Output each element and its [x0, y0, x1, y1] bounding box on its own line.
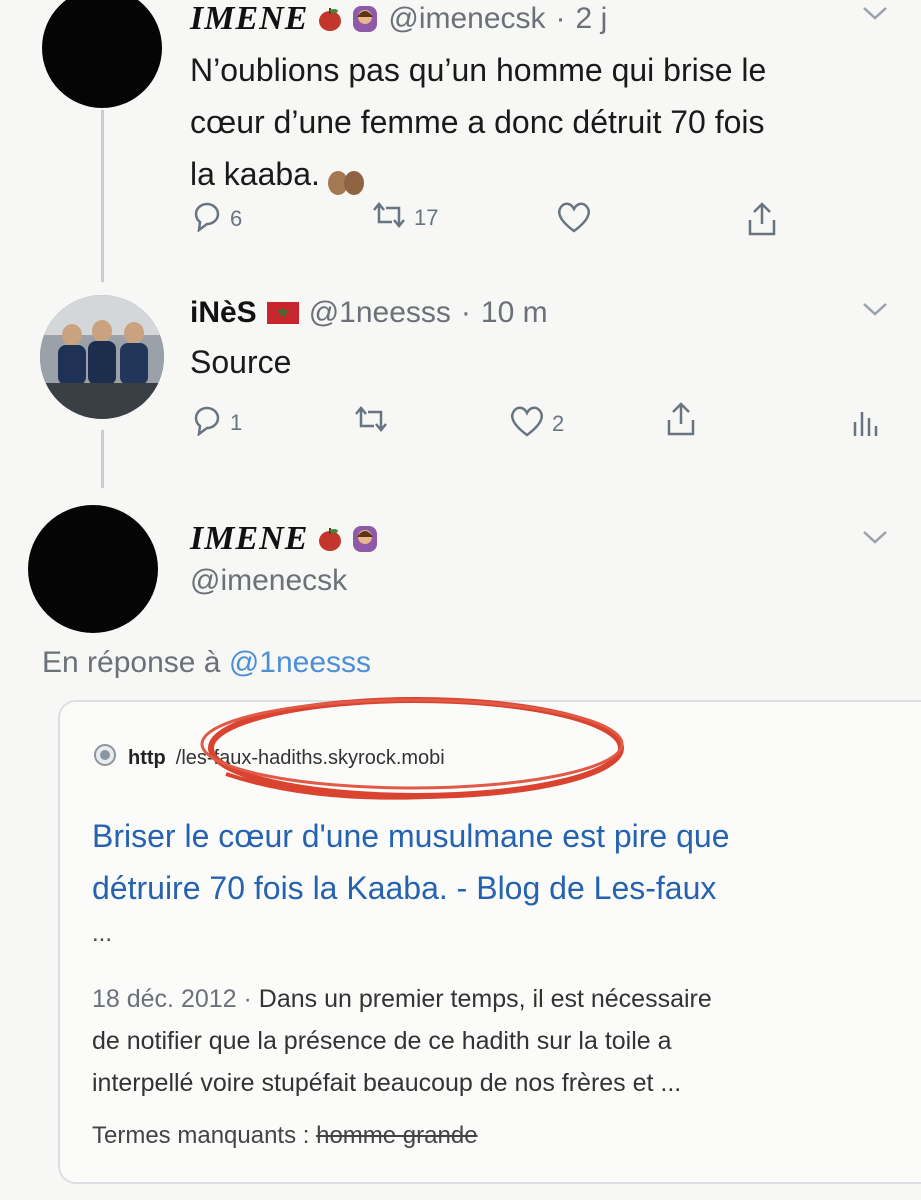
result-date: 18 déc. 2012 — [92, 985, 237, 1013]
result-title[interactable]: Briser le cœur d'une musulmane est pire … — [92, 810, 892, 954]
heart-icon — [555, 200, 593, 240]
retweet-action[interactable] — [352, 404, 390, 440]
handle[interactable]: @imenecsk — [190, 564, 347, 598]
praying-hands-emoji-icon — [326, 160, 366, 195]
timestamp[interactable]: 2 j — [576, 2, 608, 36]
chevron-down-icon[interactable] — [860, 528, 890, 553]
apple-emoji-icon — [318, 526, 342, 552]
reply-context: En réponse à @1neesss — [42, 646, 372, 679]
avatar[interactable] — [28, 505, 158, 633]
share-icon — [664, 400, 698, 444]
result-snippet: 18 déc. 2012 · Dans un premier temps, il… — [92, 985, 712, 1097]
like-action[interactable] — [555, 200, 593, 240]
missing-terms-values: homme grande — [316, 1122, 478, 1149]
retweet-action[interactable]: 17 — [370, 200, 438, 236]
timestamp[interactable]: 10 m — [481, 296, 548, 330]
display-name[interactable]: IMENE — [190, 0, 308, 38]
reply-count: 6 — [230, 206, 243, 231]
share-icon — [745, 200, 779, 244]
retweet-icon — [352, 404, 390, 440]
analytics-action[interactable] — [850, 404, 880, 444]
heart-icon — [508, 404, 546, 444]
reply-action[interactable]: 1 — [190, 404, 242, 442]
display-name[interactable]: iNèS — [190, 296, 257, 330]
apple-emoji-icon — [318, 6, 342, 32]
red-circle-annotation — [196, 684, 636, 808]
tweet-text: Source — [190, 344, 292, 380]
analytics-icon — [850, 404, 880, 444]
chevron-down-icon[interactable] — [860, 300, 890, 325]
tweet-text: N’oublions pas qu’un homme qui brise le … — [190, 44, 890, 200]
display-name[interactable]: IMENE — [190, 520, 308, 558]
thread-line — [101, 110, 104, 282]
share-action[interactable] — [664, 400, 698, 444]
woman-emoji-icon — [352, 5, 378, 33]
retweet-count: 17 — [414, 205, 439, 230]
separator-dot: · — [460, 296, 471, 329]
retweet-icon — [370, 200, 408, 236]
separator-dot: · — [555, 2, 566, 35]
reply-icon — [190, 200, 224, 238]
like-action[interactable]: 2 — [508, 404, 564, 444]
handle[interactable]: @imenecsk — [388, 2, 545, 36]
avatar[interactable] — [42, 0, 162, 108]
share-action[interactable] — [745, 200, 779, 244]
reply-action[interactable]: 6 — [190, 200, 242, 238]
morocco-flag-icon — [266, 302, 299, 324]
globe-icon — [92, 742, 118, 774]
reply-count: 1 — [230, 410, 243, 435]
like-count: 2 — [552, 411, 565, 436]
avatar[interactable] — [40, 295, 164, 419]
reply-to-mention[interactable]: @1neesss — [229, 646, 371, 679]
reply-icon — [190, 404, 224, 442]
missing-terms: Termes manquants : homme grande — [92, 1122, 478, 1149]
handle[interactable]: @1neesss — [309, 296, 451, 330]
thread-line — [101, 430, 104, 488]
woman-emoji-icon — [352, 525, 378, 553]
chevron-down-icon[interactable] — [860, 4, 890, 29]
